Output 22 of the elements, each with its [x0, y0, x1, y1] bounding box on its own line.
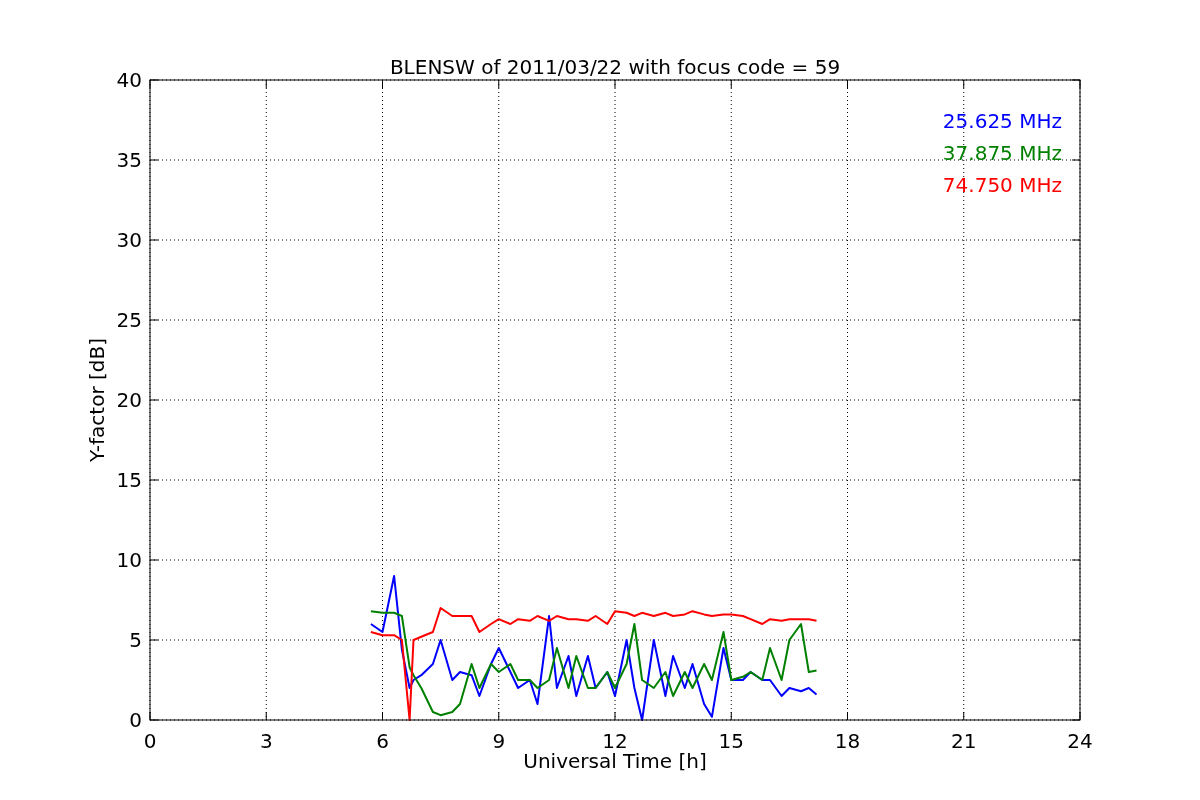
- x-tick-label: 24: [1067, 729, 1093, 753]
- x-tick-label: 15: [718, 729, 744, 753]
- y-tick-label: 25: [116, 308, 142, 332]
- legend-label: 74.750 MHz: [942, 173, 1062, 197]
- y-tick-label: 40: [116, 68, 142, 92]
- x-tick-label: 3: [259, 729, 273, 753]
- y-tick-label: 5: [129, 628, 142, 652]
- y-tick-label: 20: [116, 388, 142, 412]
- legend-label: 25.625 MHz: [942, 109, 1062, 133]
- y-tick-label: 10: [116, 548, 142, 572]
- x-tick-label: 6: [376, 729, 389, 753]
- x-tick-label: 18: [834, 729, 861, 753]
- y-tick-label: 15: [116, 468, 142, 492]
- chart-title: BLENSW of 2011/03/22 with focus code = 59: [389, 55, 841, 79]
- x-tick-label: 9: [492, 729, 506, 753]
- y-tick-label: 0: [129, 708, 142, 732]
- x-tick-label: 21: [951, 729, 977, 753]
- y-axis-label: Y-factor [dB]: [85, 338, 109, 462]
- legend-label: 37.875 MHz: [942, 141, 1062, 165]
- y-tick-label: 30: [116, 228, 142, 252]
- x-tick-label: 0: [143, 729, 157, 753]
- y-tick-label: 35: [116, 148, 142, 172]
